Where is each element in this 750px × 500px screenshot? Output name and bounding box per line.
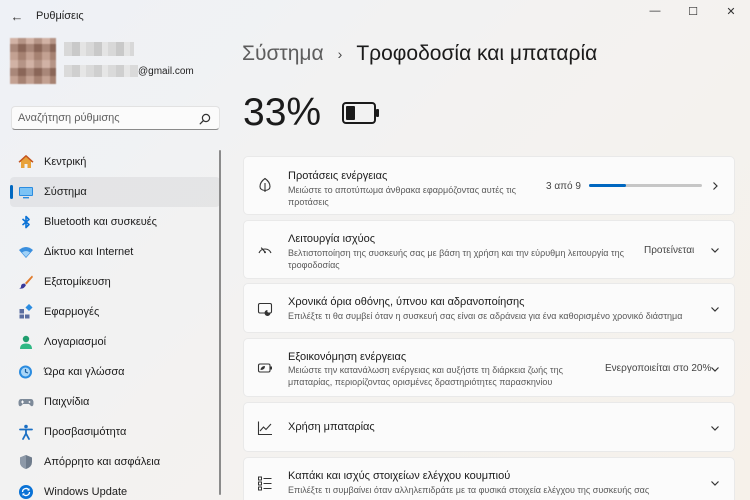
gauge-icon — [258, 247, 272, 254]
card-lid-power-buttons[interactable]: Καπάκι και ισχύς στοιχείων ελέγχου κουμπ… — [243, 457, 735, 500]
recommendations-progress-fill — [589, 184, 627, 187]
search-box[interactable] — [11, 106, 220, 130]
app-title: Ρυθμίσεις — [36, 10, 84, 22]
chevron-down-icon[interactable] — [710, 364, 720, 374]
card-title: Χρονικά όρια οθόνης, ύπνου και αδρανοποί… — [288, 296, 525, 308]
sidebar-item-time-language[interactable]: Ώρα και γλώσσα — [10, 357, 220, 387]
avatar[interactable] — [10, 38, 56, 84]
battery-saver-icon — [257, 363, 272, 373]
gamepad-icon — [18, 399, 34, 407]
sidebar-nav: Κεντρική Σύστημα Bluetooth και συσκευές … — [10, 147, 220, 500]
card-energy-saver[interactable]: Εξοικονόμηση ενέργειας Μειώστε την καταν… — [243, 338, 735, 397]
sidebar-item-label: Λογαριασμοί — [44, 336, 107, 348]
chevron-right-icon[interactable] — [710, 181, 720, 191]
card-title: Καπάκι και ισχύς στοιχείων ελέγχου κουμπ… — [288, 470, 511, 482]
globe-clock-icon — [19, 365, 32, 379]
card-description: Μειώστε το αποτύπωμα άνθρακα εφαρμόζοντα… — [288, 185, 516, 207]
sidebar-scrollbar[interactable] — [219, 150, 221, 495]
sidebar-item-personalization[interactable]: Εξατομίκευση — [10, 267, 220, 297]
card-title: Λειτουργία ισχύος — [288, 233, 376, 245]
card-description: Επιλέξτε τι θα συμβεί όταν η συσκευή σας… — [288, 311, 683, 321]
sidebar-item-label: Κεντρική — [44, 156, 87, 168]
card-power-mode[interactable]: Λειτουργία ισχύος Βελτιστοποίηση της συσ… — [243, 220, 735, 279]
breadcrumb-separator: › — [337, 46, 343, 62]
sidebar-item-privacy[interactable]: Απόρρητο και ασφάλεια — [10, 447, 220, 477]
sidebar-item-network[interactable]: Δίκτυο και Internet — [10, 237, 220, 267]
wifi-icon — [19, 247, 33, 258]
bluetooth-icon — [21, 215, 30, 229]
breadcrumb: Σύστημα › Τροφοδοσία και μπαταρία — [242, 42, 597, 66]
line-chart-icon — [257, 421, 272, 436]
sidebar-item-accounts[interactable]: Λογαριασμοί — [10, 327, 220, 357]
sidebar-item-label: Bluetooth και συσκευές — [44, 216, 157, 228]
page-title: Τροφοδοσία και μπαταρία — [356, 42, 598, 65]
title-bar: ← Ρυθμίσεις — ☐ ✕ — [0, 0, 750, 32]
breadcrumb-parent[interactable]: Σύστημα — [242, 42, 324, 66]
sidebar-item-label: Ώρα και γλώσσα — [44, 366, 125, 378]
search-icon[interactable] — [199, 113, 211, 125]
card-title: Προτάσεις ενέργειας — [288, 170, 388, 182]
sidebar-item-home[interactable]: Κεντρική — [10, 147, 220, 177]
screen-sleep-icon — [257, 302, 273, 316]
leaf-icon — [259, 177, 271, 192]
sidebar-item-apps[interactable]: Εφαρμογές — [10, 297, 220, 327]
user-name-redacted — [64, 42, 134, 56]
person-icon — [20, 335, 32, 349]
power-mode-value[interactable]: Προτείνεται — [644, 245, 694, 256]
sidebar-item-label: Προσβασιμότητα — [44, 426, 127, 438]
brush-icon — [19, 275, 33, 289]
user-email: @gmail.com — [138, 66, 194, 77]
minimize-button[interactable]: — — [636, 0, 674, 22]
card-battery-usage[interactable]: Χρήση μπαταρίας — [243, 402, 735, 452]
sidebar-item-label: Δίκτυο και Internet — [44, 246, 134, 258]
sidebar-item-system[interactable]: Σύστημα — [10, 177, 220, 207]
sidebar-item-label: Παιχνίδια — [44, 396, 90, 408]
sidebar-item-label: Εφαρμογές — [44, 306, 100, 318]
sidebar-item-label: Σύστημα — [44, 186, 87, 198]
update-icon — [19, 485, 33, 499]
chevron-down-icon[interactable] — [710, 245, 720, 255]
system-icon — [19, 187, 33, 199]
accessibility-icon — [19, 424, 33, 440]
sidebar-item-label: Απόρρητο και ασφάλεια — [44, 456, 161, 468]
card-description: Επιλέξτε τι συμβαίνει όταν αλληλεπιδράτε… — [288, 485, 650, 495]
chevron-down-icon[interactable] — [710, 304, 720, 314]
window-controls: — ☐ ✕ — [636, 0, 750, 24]
sidebar-item-accessibility[interactable]: Προσβασιμότητα — [10, 417, 220, 447]
card-screen-sleep-timeouts[interactable]: Χρονικά όρια οθόνης, ύπνου και αδρανοποί… — [243, 283, 735, 333]
recommendations-count: 3 από 9 — [546, 181, 581, 192]
card-title: Χρήση μπαταρίας — [288, 421, 375, 433]
back-button[interactable]: ← — [6, 5, 28, 27]
home-icon — [18, 155, 34, 168]
close-button[interactable]: ✕ — [712, 0, 750, 22]
sidebar-item-label: Εξατομίκευση — [44, 276, 111, 288]
user-email-redacted — [64, 65, 138, 77]
card-description: Βελτιστοποίηση της συσκευής σας με βάση … — [288, 248, 624, 270]
chevron-down-icon[interactable] — [710, 423, 720, 433]
chevron-down-icon[interactable] — [710, 478, 720, 488]
battery-percent: 33% — [243, 91, 322, 134]
sidebar-item-windows-update[interactable]: Windows Update — [10, 477, 220, 500]
energy-saver-threshold: Ενεργοποιείται στο 20% — [605, 363, 712, 374]
recommendations-progress-bar — [589, 184, 702, 187]
sidebar-item-label: Windows Update — [44, 486, 128, 498]
apps-icon — [19, 304, 33, 319]
shield-icon — [20, 455, 32, 469]
list-controls-icon — [258, 476, 272, 491]
card-description: Μειώστε την κατανάλωση ενέργειας και αυξ… — [288, 365, 563, 387]
card-title: Εξοικονόμηση ενέργειας — [288, 351, 407, 363]
sidebar-item-bluetooth[interactable]: Bluetooth και συσκευές — [10, 207, 220, 237]
maximize-button[interactable]: ☐ — [674, 0, 712, 22]
sidebar-item-gaming[interactable]: Παιχνίδια — [10, 387, 220, 417]
battery-icon — [342, 102, 379, 124]
search-input[interactable] — [18, 110, 198, 126]
